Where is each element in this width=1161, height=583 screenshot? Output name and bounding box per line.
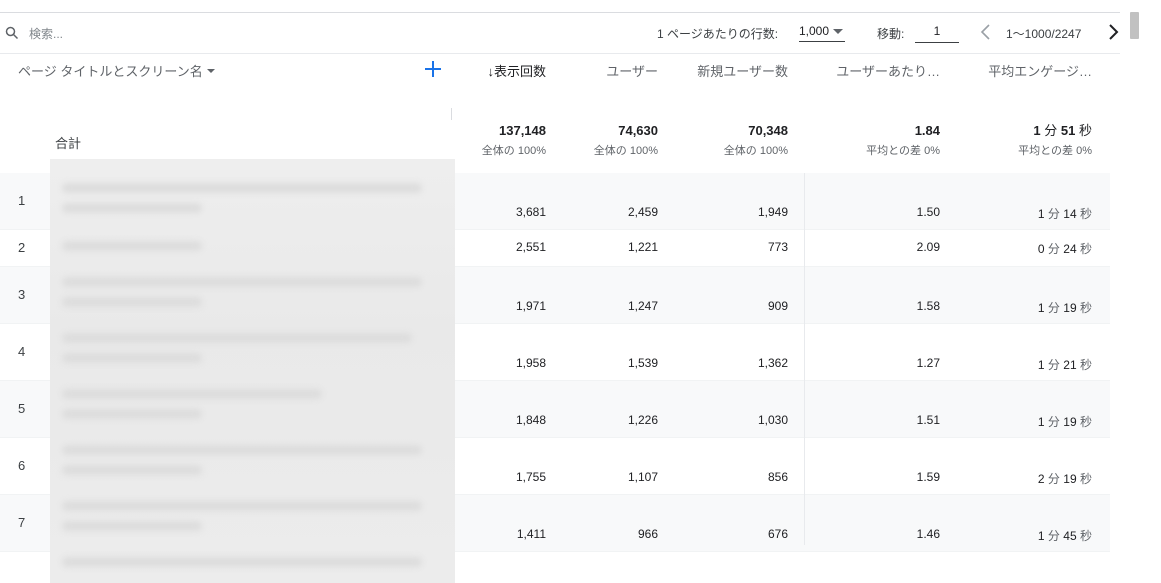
cell-new-users: 1,949 (757, 205, 788, 219)
pagination-range: 1〜1000/2247 (1006, 27, 1082, 41)
search-input[interactable] (27, 23, 281, 45)
header-views[interactable]: ↓表示回数 (487, 61, 546, 80)
cell-views: 1,958 (515, 356, 546, 370)
total-views-per-user: 1.84 平均との差 0% (866, 123, 940, 157)
cell-avg-engagement: 0 分 24 秒 (1037, 242, 1092, 256)
totals-label: 合計 (55, 136, 82, 151)
cell-users: 1,247 (627, 299, 658, 313)
add-dimension-icon[interactable] (422, 58, 444, 80)
cell-per-user: 1.50 (916, 205, 940, 219)
cell-users: 966 (637, 527, 658, 541)
cell-users: 1,539 (627, 356, 658, 370)
cell-avg-engagement: 1 分 14 秒 (1037, 207, 1092, 221)
row-number: 6 (18, 458, 26, 473)
cell-users: 1,226 (627, 413, 658, 427)
cell-users: 1,107 (627, 470, 658, 484)
goto-page-input[interactable] (915, 20, 959, 43)
header-new-users[interactable]: 新規ユーザー数 (697, 61, 788, 80)
total-avg-engagement: 1 分 51 秒 平均との差 0% (1018, 123, 1092, 157)
cell-per-user: 1.51 (916, 413, 940, 427)
cell-per-user: 1.58 (916, 299, 940, 313)
cell-avg-engagement: 1 分 19 秒 (1037, 415, 1092, 429)
total-views: 137,148 全体の 100% (481, 123, 546, 157)
caret-down-icon (206, 68, 215, 73)
redacted-page-titles (50, 159, 455, 583)
header-views-per-user[interactable]: ユーザーあたり… (836, 61, 940, 80)
cell-views: 3,681 (515, 205, 546, 219)
cell-per-user: 1.46 (916, 527, 940, 541)
cell-views: 1,411 (516, 527, 546, 541)
vertical-scrollbar[interactable] (1130, 12, 1139, 39)
cell-views: 1,755 (515, 470, 546, 484)
table-header: ページ タイトルとスクリーン名 ↓表示回数 ユーザー 新規ユーザー数 ユーザーあ… (0, 52, 1110, 102)
row-number: 7 (18, 515, 26, 530)
cell-new-users: 676 (767, 527, 788, 541)
header-users[interactable]: ユーザー (606, 61, 658, 80)
row-number: 4 (18, 344, 26, 359)
row-number: 3 (18, 287, 26, 302)
cell-per-user: 2.09 (916, 240, 940, 254)
goto-label: 移動: (877, 27, 905, 41)
table-toolbar: 1 ページあたりの行数: 1,000 移動: 1〜1000/2247 (0, 12, 1120, 54)
cell-per-user: 1.27 (916, 356, 940, 370)
cell-views: 2,551 (515, 240, 546, 254)
cell-users: 1,221 (627, 240, 658, 254)
rows-per-page-select[interactable]: 1,000 (799, 21, 846, 42)
cell-new-users: 909 (767, 299, 788, 313)
cell-views: 1,971 (515, 299, 546, 313)
row-number: 5 (18, 401, 26, 416)
cell-avg-engagement: 1 分 21 秒 (1037, 358, 1092, 372)
rows-per-page-value: 1,000 (799, 24, 830, 38)
cell-views: 1,848 (515, 413, 546, 427)
cell-per-user: 1.59 (916, 470, 940, 484)
cell-avg-engagement: 1 分 19 秒 (1037, 301, 1092, 315)
cell-avg-engagement: 1 分 45 秒 (1037, 529, 1092, 543)
cell-avg-engagement: 2 分 19 秒 (1037, 472, 1092, 486)
header-avg-engagement[interactable]: 平均エンゲージ… (988, 61, 1092, 80)
cell-users: 2,459 (627, 205, 658, 219)
total-users: 74,630 全体の 100% (593, 123, 658, 157)
row-number: 1 (18, 193, 26, 208)
chevron-right-icon[interactable] (1106, 21, 1120, 43)
dimension-header-label: ページ タイトルとスクリーン名 (18, 64, 203, 79)
cell-new-users: 773 (767, 240, 788, 254)
rows-per-page-label: 1 ページあたりの行数: (657, 27, 779, 41)
cell-new-users: 1,030 (757, 413, 788, 427)
chevron-left-icon[interactable] (979, 21, 993, 43)
row-number: 2 (18, 240, 26, 255)
cell-new-users: 856 (767, 470, 788, 484)
column-divider (804, 173, 805, 545)
total-new-users: 70,348 全体の 100% (723, 123, 788, 157)
chevron-down-icon (833, 28, 844, 34)
cell-new-users: 1,362 (757, 356, 788, 370)
dimension-selector[interactable]: ページ タイトルとスクリーン名 (18, 61, 215, 80)
search-icon (5, 26, 19, 40)
